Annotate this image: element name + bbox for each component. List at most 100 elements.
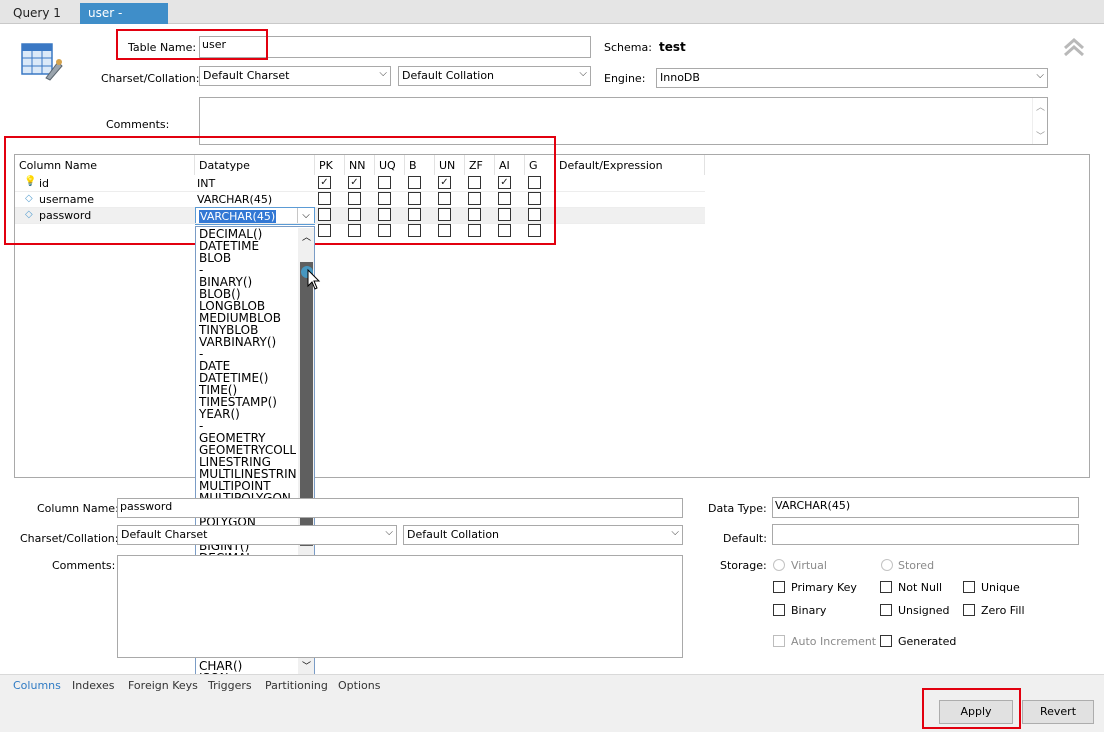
flag-ai-checkbox[interactable]	[498, 208, 511, 221]
scroll-up-icon[interactable]: ︿	[302, 230, 311, 243]
flag-un-checkbox[interactable]	[438, 224, 451, 237]
charset-label: Charset/Collation:	[101, 72, 200, 85]
flag-nn-checkbox[interactable]	[348, 208, 361, 221]
chevron-down-icon: ⌵	[379, 68, 387, 79]
header-un[interactable]: UN	[439, 159, 455, 172]
stored-radio[interactable]	[881, 559, 893, 571]
header-g[interactable]: G	[529, 159, 538, 172]
unsigned-checkbox[interactable]	[880, 604, 892, 616]
row-id-name[interactable]: id	[39, 177, 49, 190]
tab-foreign-keys[interactable]: Foreign Keys	[128, 679, 198, 692]
revert-button[interactable]: Revert	[1022, 700, 1094, 724]
apply-button[interactable]: Apply	[939, 700, 1013, 724]
virtual-radio[interactable]	[773, 559, 785, 571]
flag-pk-checkbox[interactable]	[318, 208, 331, 221]
primary-key-checkbox[interactable]	[773, 581, 785, 593]
flag-un-checkbox[interactable]: ✓	[438, 176, 451, 189]
scroll-down-icon[interactable]: ﹀	[302, 659, 311, 672]
flag-b-checkbox[interactable]	[408, 176, 421, 189]
charset-select[interactable]: Default Charset ⌵	[199, 66, 391, 86]
row-username-type[interactable]: VARCHAR(45)	[197, 193, 272, 206]
flag-ai-checkbox[interactable]	[498, 224, 511, 237]
flag-nn-checkbox[interactable]	[348, 192, 361, 205]
tab-columns[interactable]: Columns	[13, 679, 61, 692]
header-column-name[interactable]: Column Name	[19, 159, 97, 172]
header-uq[interactable]: UQ	[379, 159, 396, 172]
header-default-expression[interactable]: Default/Expression	[559, 159, 663, 172]
header-nn[interactable]: NN	[349, 159, 365, 172]
chevron-down-icon[interactable]: ⌵	[297, 208, 314, 224]
generated-checkbox[interactable]	[880, 635, 892, 647]
flag-zf-checkbox[interactable]	[468, 208, 481, 221]
flag-uq-checkbox[interactable]	[378, 224, 391, 237]
header-pk[interactable]: PK	[319, 159, 333, 172]
engine-select[interactable]: InnoDB ⌵	[656, 68, 1048, 88]
table-name-input[interactable]: user	[199, 36, 591, 58]
columns-grid[interactable]: Column Name Datatype PK NN UQ B UN ZF AI…	[14, 154, 1090, 478]
flag-pk-checkbox[interactable]	[318, 192, 331, 205]
datatype-option[interactable]: BLOB	[199, 252, 231, 264]
datatype-option[interactable]: YEAR()	[199, 408, 240, 420]
flag-g-checkbox[interactable]	[528, 208, 541, 221]
tab-indexes[interactable]: Indexes	[72, 679, 114, 692]
flag-g-checkbox[interactable]	[528, 192, 541, 205]
detail-column-name-label: Column Name:	[37, 502, 119, 515]
tab-user-table[interactable]: user - Table ✕	[80, 3, 168, 40]
schema-label: Schema:	[604, 41, 652, 54]
datatype-option[interactable]: VARBINARY()	[199, 336, 276, 348]
flag-g-checkbox[interactable]	[528, 176, 541, 189]
tab-options[interactable]: Options	[338, 679, 380, 692]
flag-pk-checkbox[interactable]: ✓	[318, 176, 331, 189]
flag-b-checkbox[interactable]	[408, 208, 421, 221]
divider	[704, 155, 705, 175]
divider	[344, 155, 345, 175]
not-null-checkbox[interactable]	[880, 581, 892, 593]
header-zf[interactable]: ZF	[469, 159, 483, 172]
tab-query-1[interactable]: Query 1	[5, 3, 77, 24]
detail-charset-select[interactable]: Default Charset ⌵	[117, 525, 397, 545]
collation-value: Default Collation	[402, 69, 495, 82]
flag-zf-checkbox[interactable]	[468, 224, 481, 237]
detail-comments-textarea[interactable]	[117, 555, 683, 658]
unique-checkbox[interactable]	[963, 581, 975, 593]
flag-uq-checkbox[interactable]	[378, 208, 391, 221]
scrollbar[interactable]: ︿ ﹀	[1032, 98, 1047, 144]
detail-column-name-input[interactable]: password	[117, 498, 683, 518]
header-b[interactable]: B	[409, 159, 417, 172]
comments-textarea[interactable]: ︿ ﹀	[199, 97, 1048, 145]
flag-nn-checkbox[interactable]: ✓	[348, 176, 361, 189]
tab-partitioning[interactable]: Partitioning	[265, 679, 328, 692]
detail-collation-select[interactable]: Default Collation ⌵	[403, 525, 683, 545]
flag-nn-checkbox[interactable]	[348, 224, 361, 237]
tab-triggers[interactable]: Triggers	[208, 679, 252, 692]
row-password-name[interactable]: password	[39, 209, 91, 222]
header-datatype[interactable]: Datatype	[199, 159, 250, 172]
flag-g-checkbox[interactable]	[528, 224, 541, 237]
flag-uq-checkbox[interactable]	[378, 176, 391, 189]
collation-select[interactable]: Default Collation ⌵	[398, 66, 591, 86]
row-id-type[interactable]: INT	[197, 177, 215, 190]
auto-increment-checkbox[interactable]	[773, 635, 785, 647]
detail-datatype-input[interactable]: VARCHAR(45)	[772, 497, 1079, 518]
collapse-icon[interactable]	[1062, 36, 1086, 58]
flag-pk-checkbox[interactable]	[318, 224, 331, 237]
flag-zf-checkbox[interactable]	[468, 176, 481, 189]
flag-un-checkbox[interactable]	[438, 192, 451, 205]
flag-un-checkbox[interactable]	[438, 208, 451, 221]
row-username-name[interactable]: username	[39, 193, 94, 206]
detail-datatype-label: Data Type:	[708, 502, 767, 515]
flag-b-checkbox[interactable]	[408, 224, 421, 237]
datatype-combobox-value[interactable]: VARCHAR(45)	[199, 210, 277, 223]
binary-checkbox[interactable]	[773, 604, 785, 616]
primary-key-label: Primary Key	[791, 581, 857, 594]
close-icon[interactable]: ✕	[125, 29, 133, 40]
zero-fill-checkbox[interactable]	[963, 604, 975, 616]
flag-b-checkbox[interactable]	[408, 192, 421, 205]
flag-ai-checkbox[interactable]	[498, 192, 511, 205]
flag-zf-checkbox[interactable]	[468, 192, 481, 205]
flag-ai-checkbox[interactable]: ✓	[498, 176, 511, 189]
flag-uq-checkbox[interactable]	[378, 192, 391, 205]
divider	[554, 155, 555, 175]
header-ai[interactable]: AI	[499, 159, 510, 172]
detail-default-input[interactable]	[772, 524, 1079, 545]
